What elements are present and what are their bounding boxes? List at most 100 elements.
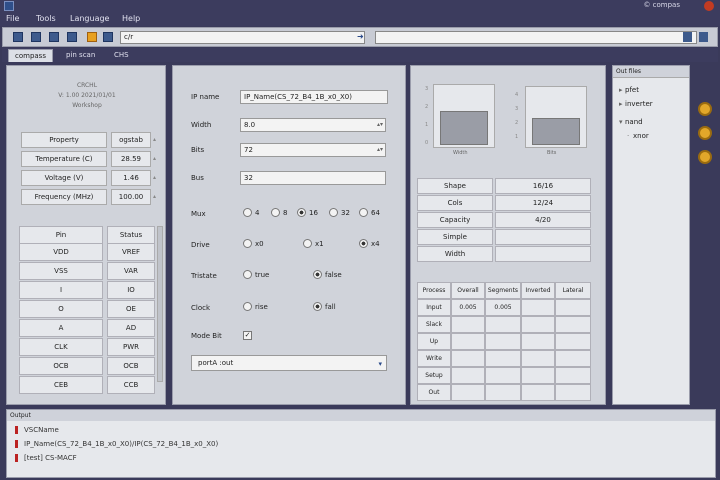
y-tick: 0 — [425, 140, 429, 146]
tristate-true[interactable]: true — [243, 270, 269, 279]
width-chart-caption: Width — [453, 150, 468, 156]
pin-table-scrollbar[interactable] — [157, 226, 163, 382]
forward-icon[interactable] — [31, 32, 41, 42]
clock-fall[interactable]: fall — [313, 302, 336, 311]
tab-compass[interactable]: compass — [8, 49, 53, 62]
mode-bit-label: Mode Bit — [191, 332, 222, 340]
pin-status: PWR — [107, 338, 155, 356]
spinner-icon[interactable]: ▴▾ — [377, 119, 383, 131]
pin-cell: VSS — [19, 262, 103, 280]
pin-status: CCB — [107, 376, 155, 394]
save-icon[interactable] — [49, 32, 59, 42]
tab-chs[interactable]: CHS — [108, 49, 135, 62]
tree-item[interactable]: ▸ inverter — [619, 100, 653, 108]
tree-item[interactable]: ▸ pfet — [619, 86, 639, 94]
port-value: portA :out — [198, 359, 234, 367]
toolbar: c/r ➜ — [2, 27, 718, 47]
tab-pin-scan[interactable]: pin scan — [60, 49, 101, 62]
clock-rise[interactable]: rise — [243, 302, 268, 311]
tristate-false[interactable]: false — [313, 270, 342, 279]
stat-label: Shape — [417, 178, 493, 194]
refresh-icon[interactable] — [103, 32, 113, 42]
drive-option-x1[interactable]: x1 — [303, 239, 324, 248]
bits-field[interactable]: 72 ▴▾ — [240, 143, 386, 157]
pin-status: OE — [107, 300, 155, 318]
y-tick: 3 — [425, 86, 429, 92]
drive-option-x4[interactable]: x4 — [359, 239, 380, 248]
pin-cell: VDD — [19, 243, 103, 261]
spinner-icon[interactable]: ▴ — [153, 170, 161, 186]
error-marker-icon — [15, 426, 18, 434]
stat-label: Capacity — [417, 212, 493, 228]
log-line: VSCName — [15, 426, 59, 434]
path-input[interactable]: c/r — [120, 31, 365, 44]
mux-option-4[interactable]: 4 — [243, 208, 259, 217]
ip-name-value: IP_Name(CS_72_B4_1B_x0_X0) — [244, 93, 352, 101]
table-cell — [485, 350, 521, 367]
table-cell — [451, 384, 485, 401]
gear-icon[interactable] — [698, 102, 712, 116]
mux-option-32[interactable]: 32 — [329, 208, 350, 217]
bus-field[interactable]: 32 — [240, 171, 386, 185]
table-cell — [485, 316, 521, 333]
stat-value — [495, 229, 591, 245]
table-header: Overall — [451, 282, 485, 299]
settings-icon[interactable] — [683, 32, 692, 42]
bits-bar — [532, 118, 580, 145]
bus-label: Bus — [191, 174, 204, 182]
pin-status: VREF — [107, 243, 155, 261]
title-bar: © compas — [0, 0, 720, 12]
mux-option-8[interactable]: 8 — [271, 208, 287, 217]
drive-option-x0[interactable]: x0 — [243, 239, 264, 248]
table-cell: Input — [417, 299, 451, 316]
mux-option-64[interactable]: 64 — [359, 208, 380, 217]
open-icon[interactable] — [67, 32, 77, 42]
table-cell — [521, 350, 555, 367]
close-window-button[interactable] — [704, 1, 714, 11]
spinner-icon[interactable]: ▴ — [153, 151, 161, 167]
go-arrow-icon[interactable]: ➜ — [357, 32, 365, 42]
mode-bit-checkbox[interactable]: ✓ — [243, 331, 252, 340]
ip-name-label: IP name — [191, 93, 220, 101]
pin-status: IO — [107, 281, 155, 299]
param-value[interactable]: 28.59 — [111, 151, 151, 167]
table-cell — [555, 384, 591, 401]
table-cell — [521, 299, 555, 316]
param-value[interactable]: ogstab — [111, 132, 151, 148]
y-tick: 3 — [515, 106, 519, 112]
table-header: Lateral — [555, 282, 591, 299]
menu-tools[interactable]: Tools — [36, 14, 56, 23]
width-field[interactable]: 8.0 ▴▾ — [240, 118, 386, 132]
log-line: [test] CS-MACF — [15, 454, 77, 462]
warning-icon[interactable] — [87, 32, 97, 42]
gear-icon[interactable] — [698, 150, 712, 164]
gear-icon[interactable] — [698, 126, 712, 140]
back-icon[interactable] — [13, 32, 23, 42]
port-select[interactable]: portA :out ▾ — [191, 355, 387, 371]
menu-file[interactable]: File — [6, 14, 19, 23]
table-header: Process — [417, 282, 451, 299]
spinner-icon[interactable]: ▴ — [153, 189, 161, 205]
table-cell — [485, 367, 521, 384]
table-cell: Write — [417, 350, 451, 367]
menu-language[interactable]: Language — [70, 14, 109, 23]
ip-name-field[interactable]: IP_Name(CS_72_B4_1B_x0_X0) — [240, 90, 388, 104]
layout-icon[interactable] — [699, 32, 708, 42]
tree-item[interactable]: ▾ nand — [619, 118, 643, 126]
table-cell: 0.005 — [451, 299, 485, 316]
table-cell — [485, 333, 521, 350]
mux-option-16[interactable]: 16 — [297, 208, 318, 217]
tree-header: Out files — [613, 66, 689, 78]
param-value[interactable]: 1.46 — [111, 170, 151, 186]
pin-status: OCB — [107, 357, 155, 375]
bits-chart — [525, 86, 587, 148]
tree-item[interactable]: · xnor — [627, 132, 649, 140]
search-input[interactable] — [375, 31, 697, 44]
spinner-icon[interactable]: ▴ — [153, 132, 161, 148]
file-tree-panel: Out files ▸ pfet ▸ inverter ▾ nand · xnor — [612, 65, 690, 405]
param-value[interactable]: 100.00 — [111, 189, 151, 205]
table-cell — [451, 367, 485, 384]
menu-help[interactable]: Help — [122, 14, 140, 23]
spinner-icon[interactable]: ▴▾ — [377, 144, 383, 156]
mux-label: Mux — [191, 210, 206, 218]
